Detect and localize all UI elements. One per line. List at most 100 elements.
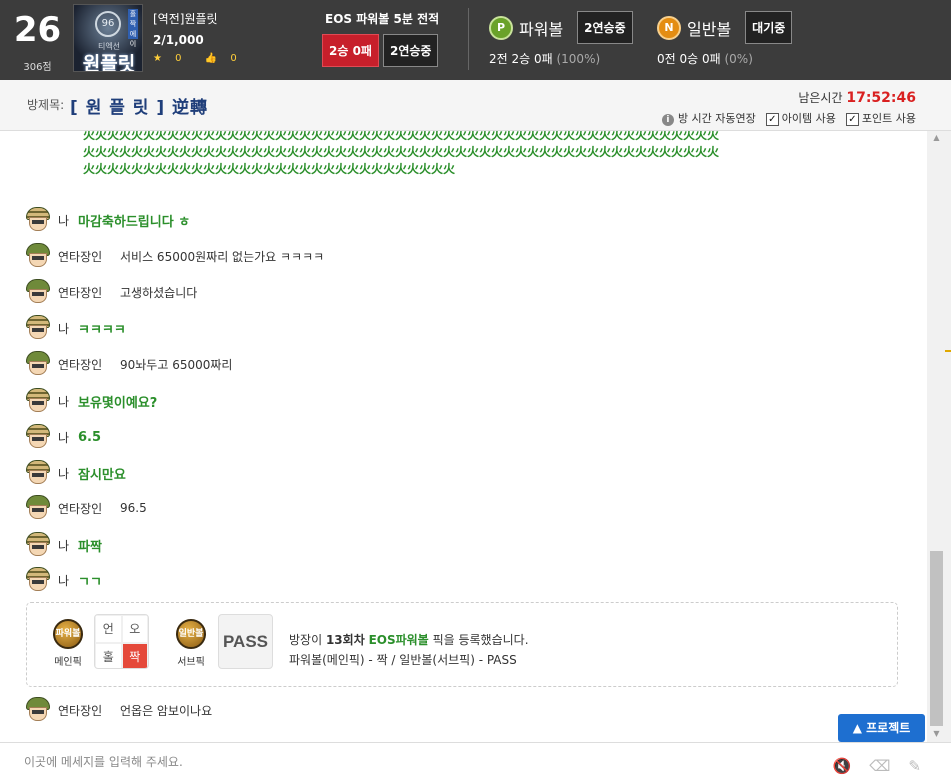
star-count: ★ 0 xyxy=(153,53,182,64)
chat-nick: 연타장인 xyxy=(58,249,103,264)
avatar xyxy=(25,315,51,341)
chat-message: 나 6.5 xyxy=(25,424,101,450)
main-pick-grid: 언 오 홀 짝 xyxy=(94,614,149,669)
avatar xyxy=(25,279,51,305)
eos-streak-badge: 2연승중 xyxy=(382,34,439,67)
user-level: 26 306점 xyxy=(10,10,65,73)
avatar xyxy=(25,388,51,414)
chat-message: 연타장인 언옵은 암보이나요 xyxy=(25,697,212,723)
chat-message: 나 마감축하드립니다 ㅎ xyxy=(25,207,190,233)
point-use-checkbox[interactable]: ✓ 포인트 사용 xyxy=(845,110,916,126)
room-info: [역전]원플릿 2/1,000 ★ 0 👍 0 xyxy=(153,10,257,64)
normalball-ball-icon: 일반볼 xyxy=(176,619,206,649)
scrollbar-thumb[interactable] xyxy=(930,551,943,726)
checkbox-checked-icon: ✓ xyxy=(765,113,779,126)
pick-round: 13회차 xyxy=(325,633,365,647)
eos-record-badge: 2승 0패 xyxy=(322,34,379,67)
powerball-icon: P xyxy=(489,15,513,40)
pick-register-box: 파워볼 메인픽 언 오 홀 짝 일반볼 서브픽 PASS 방장이 13회차 EO… xyxy=(26,602,898,687)
chat-message: 연타장인 90놔두고 65000짜리 xyxy=(25,351,232,377)
avatar xyxy=(25,495,51,521)
eraser-icon[interactable]: ⌫ xyxy=(869,757,890,775)
powerball-stat-main: 2전 2승 0패 xyxy=(489,52,553,66)
pick-game: EOS파워볼 xyxy=(368,633,429,647)
chat-area[interactable]: 火火火火火火火火火火火火火火火火火火火火火火火火火火火火火火火火火火火火火火火火… xyxy=(0,131,927,742)
room-label: 방제목: xyxy=(27,98,65,112)
pick-cell: 오 xyxy=(121,615,148,643)
avatar xyxy=(25,460,51,486)
item-use-checkbox[interactable]: ✓ 아이템 사용 xyxy=(765,110,836,126)
normalball-stat: N 일반볼 대기중 0전 0승 0패 (0%) xyxy=(657,11,793,67)
chat-text: ㄱㄱ xyxy=(78,574,102,590)
thumbs-up-icon: 👍 xyxy=(204,53,218,64)
scroll-up-icon[interactable]: ▲ xyxy=(930,133,943,142)
chat-nick: 나 xyxy=(58,213,70,228)
chat-message: 나 잠시만요 xyxy=(25,460,126,486)
powerball-status: 2연승중 xyxy=(577,11,633,44)
thumb-big-text: 원플릿 xyxy=(82,53,136,72)
chat-text: 서비스 65000원짜리 없는가요 ㅋㅋㅋㅋ xyxy=(120,249,325,264)
chat-nick: 나 xyxy=(58,430,70,445)
scroll-marker xyxy=(945,350,951,352)
level-number: 26 xyxy=(13,10,62,50)
chat-nick: 연타장인 xyxy=(58,703,103,718)
eos-record: EOS 파워볼 5분 전적 2승 0패 2연승중 xyxy=(322,10,452,67)
eos-title: EOS 파워볼 5분 전적 xyxy=(325,12,440,26)
chat-message: 연타장인 96.5 xyxy=(25,495,147,521)
pick-cell-selected: 짝 xyxy=(121,643,148,668)
avatar xyxy=(25,567,51,593)
powerball-name: 파워볼 xyxy=(519,19,564,39)
normalball-stat-main: 0전 0승 0패 xyxy=(657,52,721,66)
powerball-stat-pct: (100%) xyxy=(556,52,601,66)
chat-text: 마감축하드립니다 ㅎ xyxy=(78,214,191,230)
avatar xyxy=(25,243,51,269)
pick-detail: 파워볼(메인픽) - 짝 / 일반볼(서브픽) - PASS xyxy=(289,653,517,667)
avatar xyxy=(25,424,51,450)
normalball-name: 일반볼 xyxy=(687,19,732,39)
project-button[interactable]: ▲ 프로젝트 xyxy=(838,714,925,742)
powerball-ball-icon: 파워볼 xyxy=(53,619,83,649)
avatar xyxy=(25,351,51,377)
sub-pick-label: 서브픽 xyxy=(177,657,205,668)
room-title: [역전]원플릿 xyxy=(153,12,218,26)
chat-nick: 나 xyxy=(58,321,70,336)
message-input[interactable] xyxy=(24,755,724,769)
chat-text: ㅋㅋㅋㅋ xyxy=(78,322,126,338)
avatar xyxy=(25,207,51,233)
chat-text: 언옵은 암보이나요 xyxy=(120,703,213,718)
divider xyxy=(468,8,469,70)
remaining-time-value: 17:52:46 xyxy=(846,90,916,106)
room-thumbnail[interactable]: 96 홀짝 에이 티엑선 원플릿 xyxy=(73,4,143,72)
checkbox-checked-icon: ✓ xyxy=(845,113,859,126)
chat-nick: 연타장인 xyxy=(58,357,103,372)
normalball-status: 대기중 xyxy=(745,11,793,44)
auto-extend-option[interactable]: i방 시간 자동연장 xyxy=(661,110,756,126)
sub-pick: 일반볼 서브픽 xyxy=(173,619,209,668)
pick-text: 방장이 13회차 EOS파워볼 픽을 등록했습니다. 파워볼(메인픽) - 짝 … xyxy=(289,630,529,670)
scroll-down-icon[interactable]: ▼ xyxy=(930,729,943,738)
room-header: 방제목: [ 원 플 릿 ] 逆轉 남은시간 17:52:46 i방 시간 자동… xyxy=(0,80,951,131)
main-pick-label: 메인픽 xyxy=(54,657,82,668)
chat-text: 6.5 xyxy=(78,429,102,445)
chat-message: 연타장인 고생하셨습니다 xyxy=(25,279,197,305)
chat-message: 나 파짝 xyxy=(25,532,102,558)
thumb-badge: 홀짝 에이 xyxy=(128,9,138,48)
chat-text: 잠시만요 xyxy=(78,467,126,483)
chat-message: 나 보유몇이예요? xyxy=(25,388,157,414)
chat-message: 연타장인 서비스 65000원짜리 없는가요 ㅋㅋㅋㅋ xyxy=(25,243,324,269)
avatar xyxy=(25,532,51,558)
magic-wand-icon[interactable]: ✎ xyxy=(908,757,921,775)
thumb-logo-icon: 96 xyxy=(95,11,121,37)
chat-text: 파짝 xyxy=(78,539,102,555)
chat-nick: 연타장인 xyxy=(58,285,103,300)
chat-text: 90놔두고 65000짜리 xyxy=(120,357,233,372)
chat-lol-text: 火火火火火火火火火火火火火火火火火火火火火火火火火火火火火火火火火火火火火火火火… xyxy=(83,131,720,176)
mute-icon[interactable]: 🔇 xyxy=(833,757,852,775)
room-count: 2/1,000 xyxy=(153,33,204,47)
chat-nick: 나 xyxy=(58,394,70,409)
chat-scrollbar[interactable]: ▲ ▼ xyxy=(927,131,951,742)
room-name: [ 원 플 릿 ] 逆轉 xyxy=(70,98,209,118)
avatar xyxy=(25,697,51,723)
like-count: 👍 0 xyxy=(204,53,237,64)
chat-nick: 연타장인 xyxy=(58,501,103,516)
